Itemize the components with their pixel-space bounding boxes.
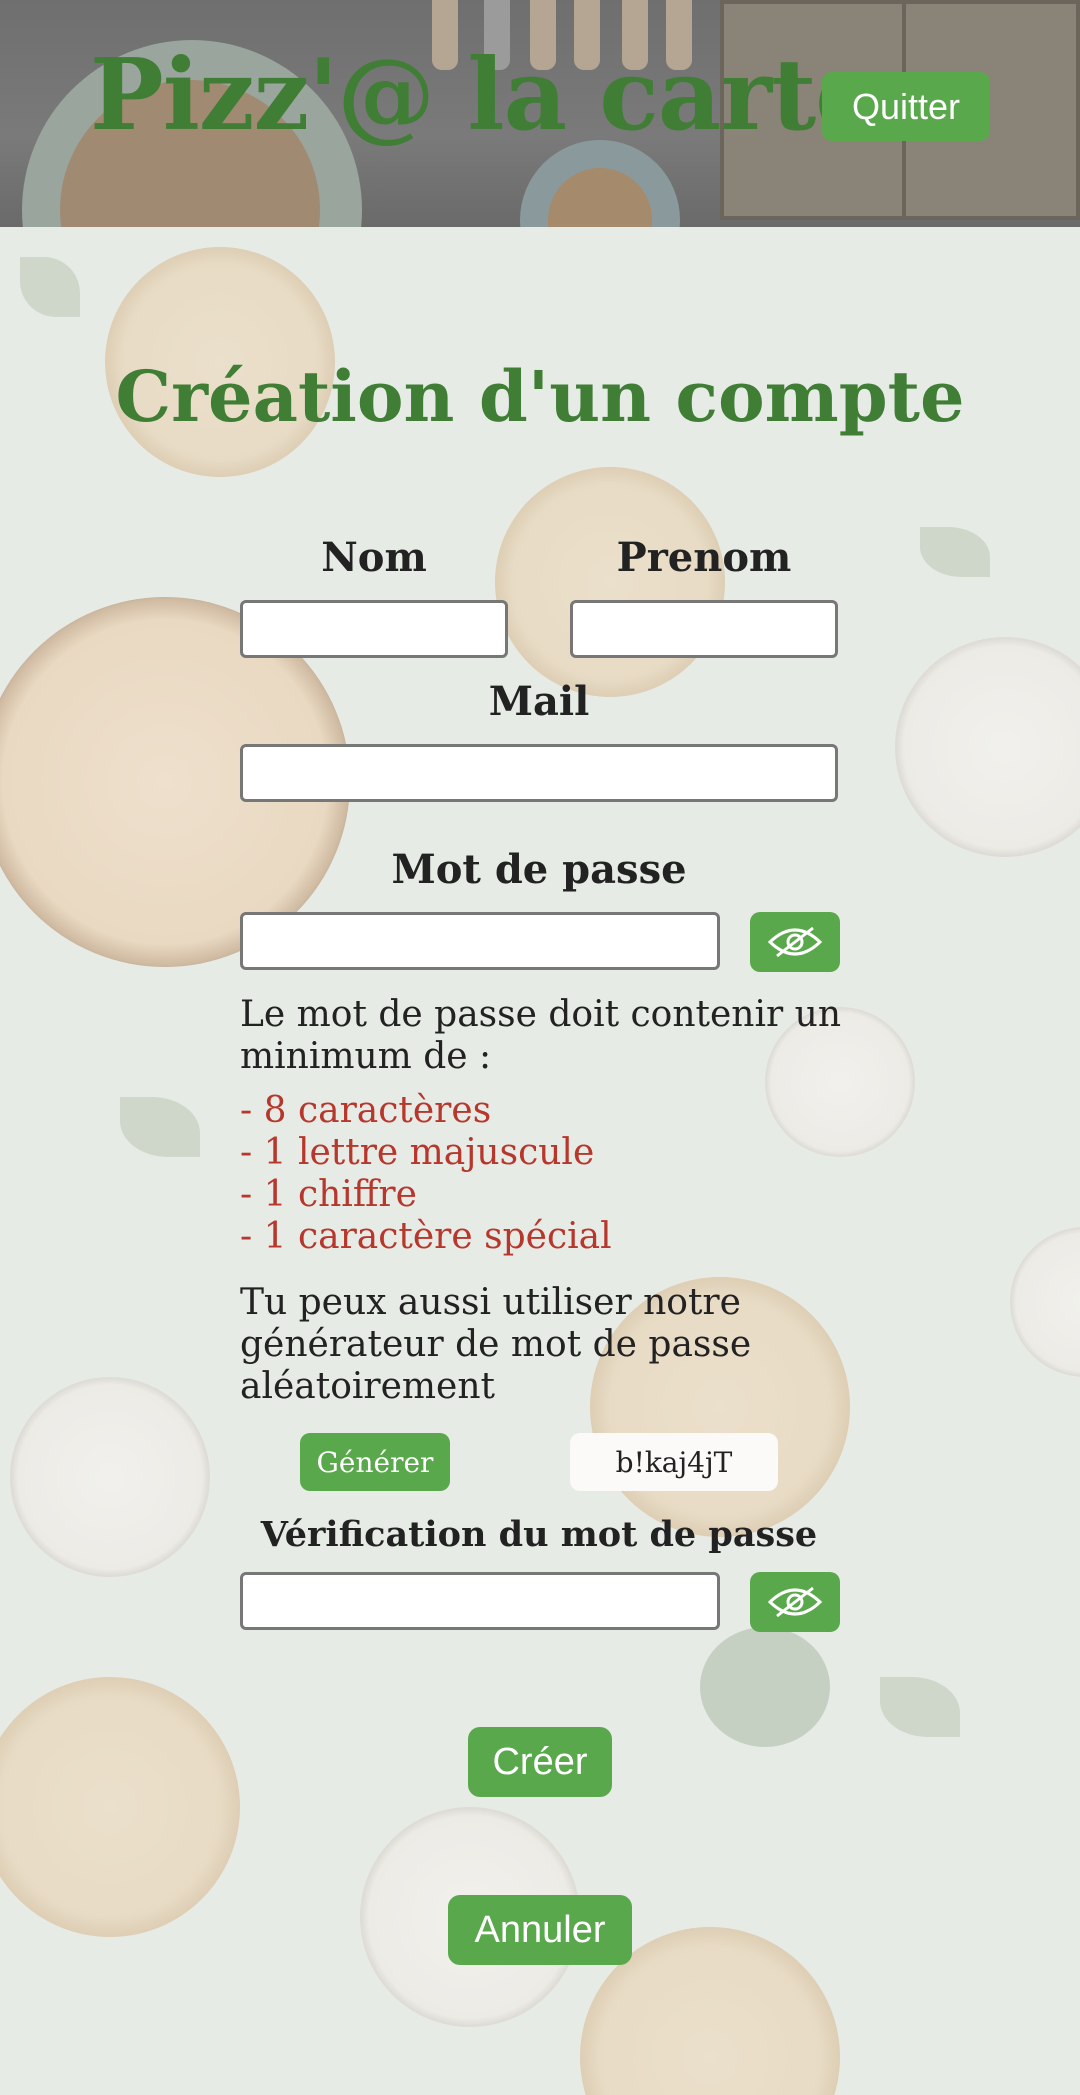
quit-button[interactable]: Quitter (822, 72, 990, 141)
plate-decoration (895, 637, 1080, 857)
cancel-button[interactable]: Annuler (448, 1895, 632, 1965)
generator-hint: Tu peux aussi utiliser notre générateur … (240, 1282, 860, 1408)
generator-hint-line: générateur de mot de passe (240, 1324, 752, 1365)
requirement-item: - 1 chiffre (240, 1174, 417, 1215)
leaf-decoration (700, 1627, 830, 1747)
leaf-decoration (920, 527, 990, 577)
password-label: Mot de passe (391, 846, 687, 893)
eye-slash-icon (767, 926, 823, 958)
nom-label: Nom (321, 534, 427, 581)
mail-label: Mail (488, 678, 590, 725)
header-banner: Pizz'@ la carte Quitter (0, 0, 1080, 227)
generator-hint-line: Tu peux aussi utiliser notre (240, 1282, 741, 1323)
leaf-decoration (880, 1677, 960, 1737)
password-hint-line: Le mot de passe doit contenir un (240, 994, 842, 1035)
verify-password-label: Vérification du mot de passe (260, 1514, 818, 1555)
generated-password-display: b!kaj4jT (570, 1433, 778, 1491)
pizza-decoration (0, 1677, 240, 1937)
password-input[interactable] (240, 912, 720, 970)
generator-hint-line: aléatoirement (240, 1366, 496, 1407)
nom-input[interactable] (240, 600, 508, 658)
prenom-input[interactable] (570, 600, 838, 658)
mail-input[interactable] (240, 744, 838, 802)
password-hint: Le mot de passe doit contenir un minimum… (240, 994, 860, 1078)
requirement-item: - 1 caractère spécial (240, 1216, 612, 1257)
page-title: Création d'un compte (115, 355, 965, 438)
prenom-label: Prenom (616, 534, 792, 581)
app-title: Pizz'@ la carte (90, 38, 878, 153)
verify-password-input[interactable] (240, 1572, 720, 1630)
generate-password-button[interactable]: Générer (300, 1433, 450, 1491)
pizza-decoration (495, 467, 725, 697)
password-requirements: - 8 caractères - 1 lettre majuscule - 1 … (240, 1090, 612, 1258)
leaf-decoration (120, 1097, 200, 1157)
requirement-item: - 1 lettre majuscule (240, 1132, 595, 1173)
toggle-verify-visibility-button[interactable] (750, 1572, 840, 1632)
plate-decoration (1010, 1227, 1080, 1377)
password-hint-line: minimum de : (240, 1036, 492, 1077)
toggle-password-visibility-button[interactable] (750, 912, 840, 972)
create-account-button[interactable]: Créer (468, 1727, 612, 1797)
requirement-item: - 8 caractères (240, 1090, 492, 1131)
plate-decoration (10, 1377, 210, 1577)
leaf-decoration (20, 257, 80, 317)
eye-slash-icon (767, 1586, 823, 1618)
